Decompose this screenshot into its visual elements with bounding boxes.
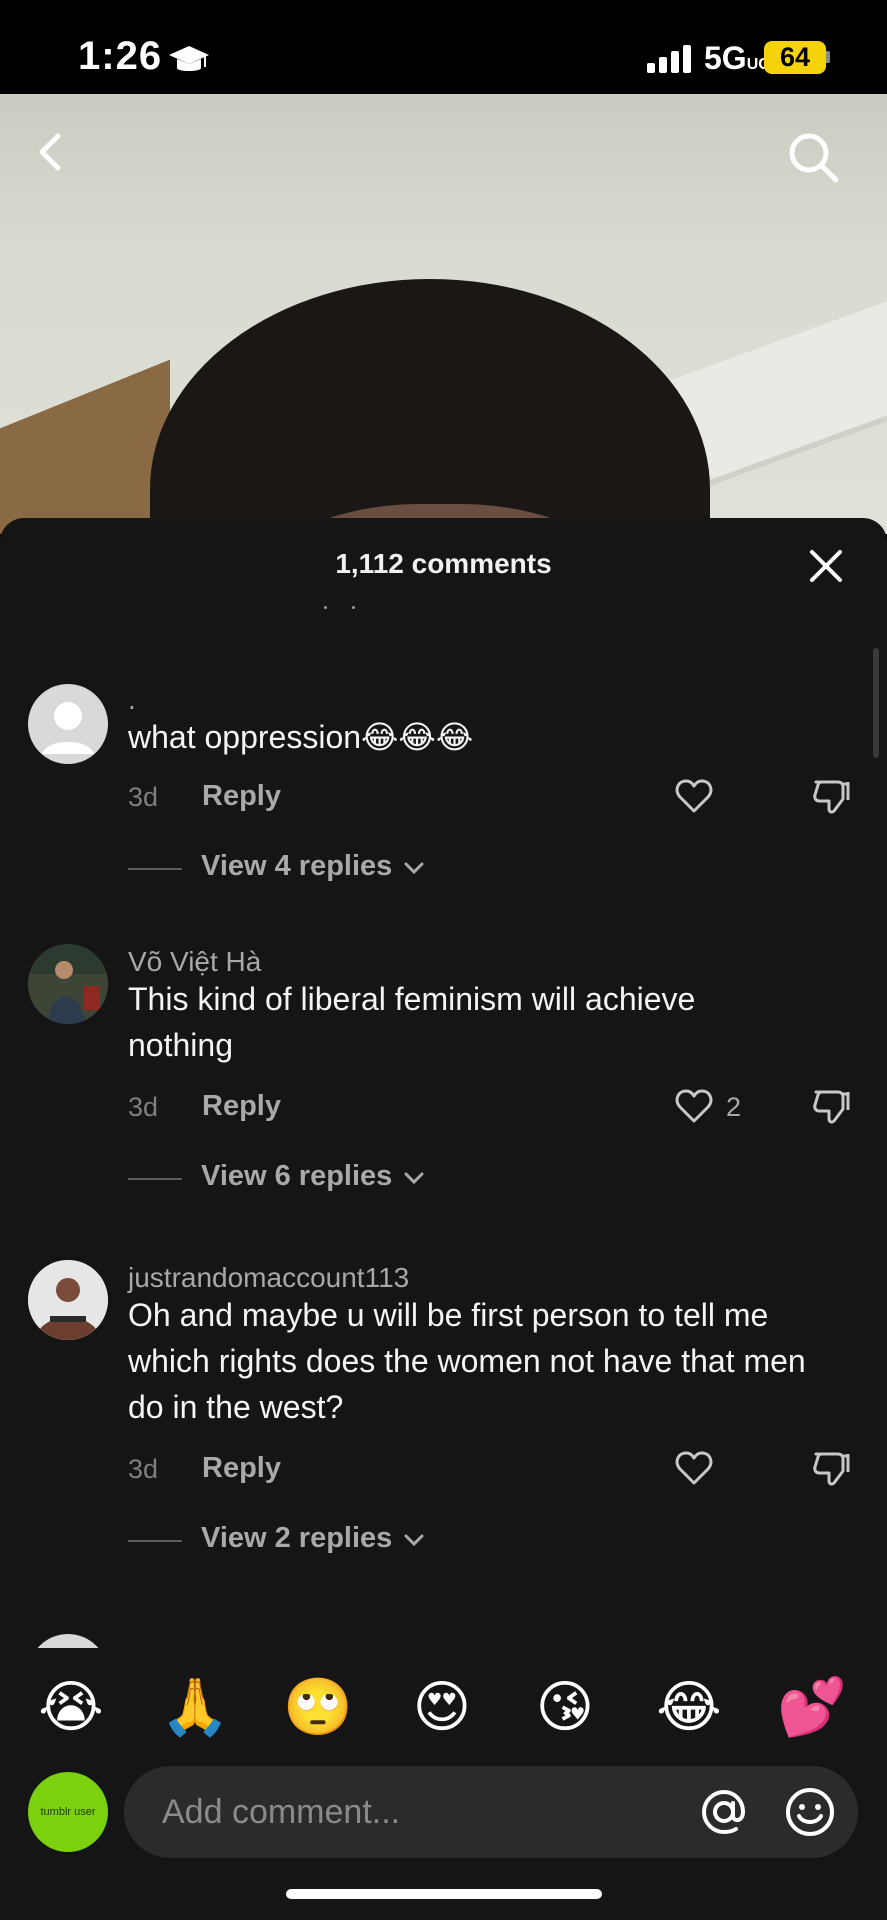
chevron-down-icon (404, 862, 424, 875)
comments-list: . what oppression😂😂😂 3d Reply View 4 rep… (0, 648, 887, 1648)
emoji-icon[interactable] (784, 1786, 836, 1838)
dislike-icon[interactable] (812, 1086, 852, 1126)
video-subject (150, 279, 710, 534)
signal-icon (647, 45, 691, 73)
video-background-shape (0, 359, 170, 534)
sheet-header: 1,112 comments (0, 518, 887, 609)
network-label: 5GUC (704, 40, 770, 76)
comment-meta: 3d Reply (128, 1448, 868, 1488)
chevron-down-icon (404, 1534, 424, 1547)
avatar-image (28, 1260, 108, 1340)
graduation-cap-icon (169, 46, 209, 71)
avatar-image (28, 944, 108, 1024)
avatar[interactable] (28, 1634, 108, 1648)
emoji-button[interactable]: 💕 (777, 1672, 847, 1742)
avatar[interactable] (28, 944, 108, 1024)
divider (128, 1178, 182, 1180)
divider (128, 868, 182, 870)
my-avatar[interactable]: tumblr user (28, 1772, 108, 1852)
comments-count-title: 1,112 comments (335, 548, 552, 579)
view-replies-label: View 6 replies (201, 1160, 393, 1192)
emoji-button[interactable]: 🙏 (160, 1672, 230, 1742)
emoji-button[interactable]: 😭 (36, 1672, 106, 1742)
view-replies-button[interactable]: View 4 replies (128, 848, 528, 888)
comment-username[interactable]: . (128, 684, 136, 716)
view-replies-button[interactable]: View 2 replies (128, 1520, 528, 1560)
dislike-icon[interactable] (812, 1448, 852, 1488)
view-replies-label: View 4 replies (201, 850, 393, 882)
dislike-icon[interactable] (812, 776, 852, 816)
comment-username[interactable]: Võ Việt Hà (128, 946, 261, 978)
at-icon[interactable] (698, 1786, 750, 1838)
comment-time: 3d (128, 782, 159, 812)
reply-button[interactable]: Reply (202, 1452, 281, 1485)
status-time: 1:26 (78, 34, 163, 78)
battery-cap (826, 51, 830, 63)
comment-text: This kind of liberal feminism will achie… (128, 981, 696, 1063)
comment-username[interactable]: justrandomaccount113 (128, 1262, 409, 1294)
loading-dots (322, 606, 362, 612)
like-count: 2 (726, 1092, 742, 1122)
comment-time: 3d (128, 1454, 159, 1484)
comments-sheet: 1,112 comments . what oppression😂😂😂 3d R… (0, 518, 887, 1920)
search-icon[interactable] (786, 130, 840, 184)
emoji-button[interactable]: 😘 (530, 1672, 600, 1742)
back-icon[interactable] (28, 128, 76, 176)
reply-button[interactable]: Reply (202, 780, 281, 813)
status-bar: 1:26 5GUC 64 (0, 0, 887, 94)
emoji-button[interactable]: 😍 (407, 1672, 477, 1742)
comment-input[interactable] (162, 1786, 682, 1838)
home-indicator[interactable] (286, 1889, 602, 1899)
chevron-down-icon (404, 1172, 424, 1185)
emoji-quick-bar: 😭 🙏 🙄 😍 😘 😂 💕 (0, 1648, 887, 1758)
heart-icon[interactable] (674, 776, 714, 816)
comment-meta: 3d Reply 2 (128, 1086, 868, 1126)
reply-button[interactable]: Reply (202, 1090, 281, 1123)
heart-icon[interactable] (674, 1086, 714, 1126)
default-avatar-icon (42, 702, 94, 754)
view-replies-label: View 2 replies (201, 1522, 393, 1554)
heart-icon[interactable] (674, 1448, 714, 1488)
close-icon[interactable] (806, 546, 846, 586)
emoji-button[interactable]: 🙄 (283, 1672, 353, 1742)
avatar[interactable] (28, 684, 108, 764)
divider (128, 1540, 182, 1542)
avatar[interactable] (28, 1260, 108, 1340)
comment-text: what oppression😂😂😂 (128, 719, 474, 755)
comment-meta: 3d Reply (128, 776, 868, 816)
battery-icon: 64 (764, 41, 826, 74)
view-replies-button[interactable]: View 6 replies (128, 1158, 528, 1198)
comment-composer: tumblr user (0, 1758, 887, 1858)
comment-input-container[interactable] (124, 1766, 858, 1858)
comment-text: Oh and maybe u will be first person to t… (128, 1297, 806, 1425)
emoji-button[interactable]: 😂 (654, 1672, 724, 1742)
video-player[interactable] (0, 94, 887, 534)
comment-time: 3d (128, 1092, 159, 1122)
